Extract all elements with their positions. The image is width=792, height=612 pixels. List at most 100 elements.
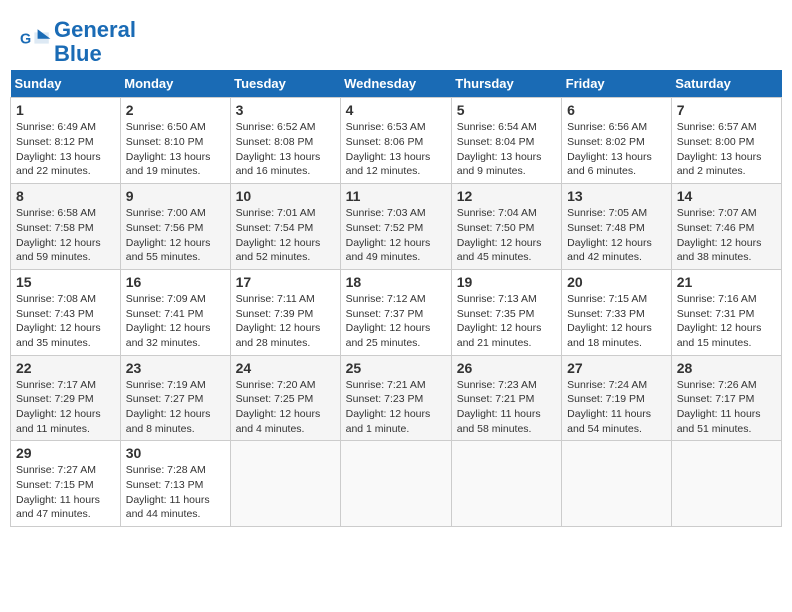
day-number: 18 <box>346 274 446 290</box>
day-details: Sunrise: 7:11 AMSunset: 7:39 PMDaylight:… <box>236 292 335 351</box>
calendar-cell: 24Sunrise: 7:20 AMSunset: 7:25 PMDayligh… <box>230 355 340 441</box>
calendar-cell <box>230 441 340 527</box>
calendar-cell: 27 Sunrise: 7:24 AMSunset: 7:19 PMDayligh… <box>562 355 672 441</box>
day-details: Sunrise: 6:49 AMSunset: 8:12 PMDaylight:… <box>16 120 115 179</box>
day-details: Sunrise: 7:12 AMSunset: 7:37 PMDaylight:… <box>346 292 446 351</box>
calendar-cell: 3Sunrise: 6:52 AMSunset: 8:08 PMDaylight… <box>230 98 340 184</box>
day-details: Sunrise: 7:09 AMSunset: 7:41 PMDaylight:… <box>126 292 225 351</box>
day-details: Sunrise: 7:05 AMSunset: 7:48 PMDaylight:… <box>567 206 666 265</box>
calendar-cell: 13 Sunrise: 7:05 AMSunset: 7:48 PMDayligh… <box>562 184 672 270</box>
day-number: 14 <box>677 188 776 204</box>
day-number: 5 <box>457 102 556 118</box>
day-details: Sunrise: 7:16 AMSunset: 7:31 PMDaylight:… <box>677 292 776 351</box>
day-details: Sunrise: 6:50 AMSunset: 8:10 PMDaylight:… <box>126 120 225 179</box>
day-number: 7 <box>677 102 776 118</box>
day-number: 15 <box>16 274 115 290</box>
calendar-cell: 9Sunrise: 7:00 AMSunset: 7:56 PMDaylight… <box>120 184 230 270</box>
calendar-cell: 14 Sunrise: 7:07 AMSunset: 7:46 PMDayligh… <box>671 184 781 270</box>
day-number: 12 <box>457 188 556 204</box>
day-number: 30 <box>126 445 225 461</box>
calendar-table: SundayMondayTuesdayWednesdayThursdayFrid… <box>10 70 782 527</box>
day-details: Sunrise: 7:13 AMSunset: 7:35 PMDaylight:… <box>457 292 556 351</box>
day-number: 2 <box>126 102 225 118</box>
day-number: 23 <box>126 360 225 376</box>
day-details: Sunrise: 7:27 AMSunset: 7:15 PMDaylight:… <box>16 463 115 522</box>
day-number: 22 <box>16 360 115 376</box>
page-header: G General Blue <box>10 10 782 70</box>
calendar-cell: 2 Sunrise: 6:50 AMSunset: 8:10 PMDaylight… <box>120 98 230 184</box>
calendar-cell: 4 Sunrise: 6:53 AMSunset: 8:06 PMDaylight… <box>340 98 451 184</box>
day-details: Sunrise: 7:24 AMSunset: 7:19 PMDaylight:… <box>567 378 666 437</box>
day-number: 13 <box>567 188 666 204</box>
day-number: 17 <box>236 274 335 290</box>
day-details: Sunrise: 6:58 AMSunset: 7:58 PMDaylight:… <box>16 206 115 265</box>
weekday-header-monday: Monday <box>120 70 230 98</box>
calendar-cell: 6 Sunrise: 6:56 AMSunset: 8:02 PMDaylight… <box>562 98 672 184</box>
day-number: 6 <box>567 102 666 118</box>
weekday-header-wednesday: Wednesday <box>340 70 451 98</box>
weekday-header-friday: Friday <box>562 70 672 98</box>
calendar-cell: 25 Sunrise: 7:21 AMSunset: 7:23 PMDayligh… <box>340 355 451 441</box>
day-number: 21 <box>677 274 776 290</box>
day-number: 27 <box>567 360 666 376</box>
day-details: Sunrise: 7:03 AMSunset: 7:52 PMDaylight:… <box>346 206 446 265</box>
day-details: Sunrise: 7:17 AMSunset: 7:29 PMDaylight:… <box>16 378 115 437</box>
calendar-cell: 21 Sunrise: 7:16 AMSunset: 7:31 PMDayligh… <box>671 269 781 355</box>
calendar-week-row: 29 Sunrise: 7:27 AMSunset: 7:15 PMDayligh… <box>11 441 782 527</box>
day-details: Sunrise: 7:21 AMSunset: 7:23 PMDaylight:… <box>346 378 446 437</box>
calendar-cell: 20Sunrise: 7:15 AMSunset: 7:33 PMDayligh… <box>562 269 672 355</box>
calendar-cell: 30 Sunrise: 7:28 AMSunset: 7:13 PMDayligh… <box>120 441 230 527</box>
calendar-cell <box>451 441 561 527</box>
day-details: Sunrise: 6:57 AMSunset: 8:00 PMDaylight:… <box>677 120 776 179</box>
calendar-cell: 29 Sunrise: 7:27 AMSunset: 7:15 PMDayligh… <box>11 441 121 527</box>
day-details: Sunrise: 7:23 AMSunset: 7:21 PMDaylight:… <box>457 378 556 437</box>
svg-text:G: G <box>20 32 31 48</box>
day-details: Sunrise: 6:56 AMSunset: 8:02 PMDaylight:… <box>567 120 666 179</box>
weekday-header-thursday: Thursday <box>451 70 561 98</box>
calendar-cell: 11 Sunrise: 7:03 AMSunset: 7:52 PMDayligh… <box>340 184 451 270</box>
calendar-cell: 23 Sunrise: 7:19 AMSunset: 7:27 PMDayligh… <box>120 355 230 441</box>
weekday-header-tuesday: Tuesday <box>230 70 340 98</box>
day-details: Sunrise: 7:01 AMSunset: 7:54 PMDaylight:… <box>236 206 335 265</box>
calendar-cell: 17 Sunrise: 7:11 AMSunset: 7:39 PMDayligh… <box>230 269 340 355</box>
day-number: 9 <box>126 188 225 204</box>
calendar-cell: 1 Sunrise: 6:49 AMSunset: 8:12 PMDaylight… <box>11 98 121 184</box>
calendar-cell: 10 Sunrise: 7:01 AMSunset: 7:54 PMDayligh… <box>230 184 340 270</box>
calendar-cell: 19 Sunrise: 7:13 AMSunset: 7:35 PMDayligh… <box>451 269 561 355</box>
calendar-cell: 28Sunrise: 7:26 AMSunset: 7:17 PMDayligh… <box>671 355 781 441</box>
day-number: 16 <box>126 274 225 290</box>
weekday-header-sunday: Sunday <box>11 70 121 98</box>
day-number: 8 <box>16 188 115 204</box>
day-number: 4 <box>346 102 446 118</box>
day-number: 29 <box>16 445 115 461</box>
day-number: 26 <box>457 360 556 376</box>
day-details: Sunrise: 7:07 AMSunset: 7:46 PMDaylight:… <box>677 206 776 265</box>
day-number: 10 <box>236 188 335 204</box>
calendar-cell: 12 Sunrise: 7:04 AMSunset: 7:50 PMDayligh… <box>451 184 561 270</box>
calendar-cell: 26 Sunrise: 7:23 AMSunset: 7:21 PMDayligh… <box>451 355 561 441</box>
day-details: Sunrise: 6:54 AMSunset: 8:04 PMDaylight:… <box>457 120 556 179</box>
calendar-cell: 8 Sunrise: 6:58 AMSunset: 7:58 PMDaylight… <box>11 184 121 270</box>
calendar-cell: 15Sunrise: 7:08 AMSunset: 7:43 PMDayligh… <box>11 269 121 355</box>
day-details: Sunrise: 6:53 AMSunset: 8:06 PMDaylight:… <box>346 120 446 179</box>
day-number: 19 <box>457 274 556 290</box>
day-details: Sunrise: 7:20 AMSunset: 7:25 PMDaylight:… <box>236 378 335 437</box>
calendar-cell: 18 Sunrise: 7:12 AMSunset: 7:37 PMDayligh… <box>340 269 451 355</box>
calendar-cell <box>671 441 781 527</box>
logo: G General Blue <box>20 18 136 66</box>
calendar-week-row: 22 Sunrise: 7:17 AMSunset: 7:29 PMDayligh… <box>11 355 782 441</box>
calendar-cell: 5 Sunrise: 6:54 AMSunset: 8:04 PMDaylight… <box>451 98 561 184</box>
day-number: 25 <box>346 360 446 376</box>
logo-icon: G <box>20 26 52 58</box>
calendar-week-row: 15Sunrise: 7:08 AMSunset: 7:43 PMDayligh… <box>11 269 782 355</box>
day-details: Sunrise: 7:19 AMSunset: 7:27 PMDaylight:… <box>126 378 225 437</box>
calendar-cell: 22 Sunrise: 7:17 AMSunset: 7:29 PMDayligh… <box>11 355 121 441</box>
day-details: Sunrise: 7:26 AMSunset: 7:17 PMDaylight:… <box>677 378 776 437</box>
calendar-cell <box>340 441 451 527</box>
day-details: Sunrise: 7:04 AMSunset: 7:50 PMDaylight:… <box>457 206 556 265</box>
calendar-cell: 16 Sunrise: 7:09 AMSunset: 7:41 PMDayligh… <box>120 269 230 355</box>
day-number: 11 <box>346 188 446 204</box>
day-details: Sunrise: 7:28 AMSunset: 7:13 PMDaylight:… <box>126 463 225 522</box>
calendar-week-row: 1 Sunrise: 6:49 AMSunset: 8:12 PMDaylight… <box>11 98 782 184</box>
day-number: 1 <box>16 102 115 118</box>
